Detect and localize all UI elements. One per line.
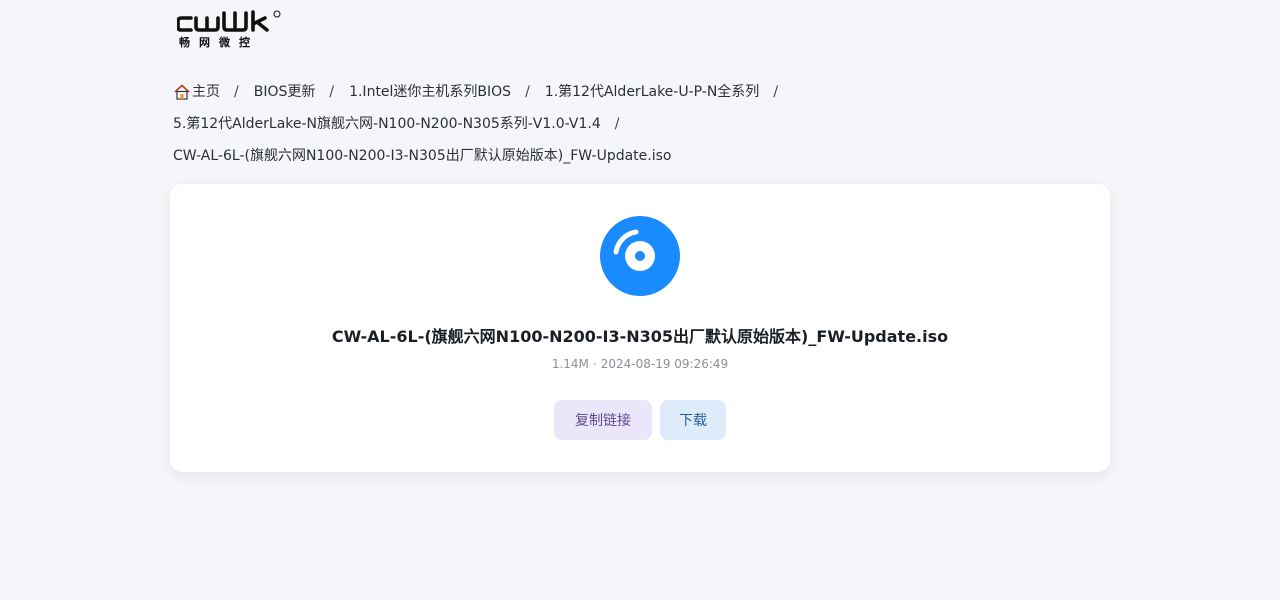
breadcrumb-line-2: 5.第12代AlderLake-N旗舰六网-N100-N200-N305系列-V… bbox=[173, 108, 1113, 140]
breadcrumb-separator: / bbox=[234, 84, 239, 100]
file-size: 1.14M bbox=[551, 357, 589, 371]
brand-logo[interactable]: 畅网微控 bbox=[177, 10, 287, 52]
breadcrumb-current: CW-AL-6L-(旗舰六网N100-N200-I3-N305出厂默认原始版本)… bbox=[173, 148, 672, 164]
breadcrumb-separator: / bbox=[614, 116, 620, 132]
file-meta: 1.14M · 2024-08-19 09:26:49 bbox=[170, 357, 1110, 371]
action-buttons: 复制链接 下载 bbox=[554, 400, 726, 440]
disc-icon bbox=[600, 216, 680, 296]
file-card: CW-AL-6L-(旗舰六网N100-N200-I3-N305出厂默认原始版本)… bbox=[170, 184, 1110, 472]
download-button[interactable]: 下载 bbox=[660, 400, 726, 440]
breadcrumb-line-3: CW-AL-6L-(旗舰六网N100-N200-I3-N305出厂默认原始版本)… bbox=[173, 140, 1113, 172]
file-name: CW-AL-6L-(旗舰六网N100-N200-I3-N305出厂默认原始版本)… bbox=[331, 327, 949, 346]
breadcrumb-item-alderlake[interactable]: 1.第12代AlderLake-U-P-N全系列 bbox=[545, 80, 760, 104]
home-icon bbox=[174, 84, 190, 100]
breadcrumb-item-bios[interactable]: BIOS更新 bbox=[254, 80, 316, 104]
breadcrumb-item-series[interactable]: 5.第12代AlderLake-N旗舰六网-N100-N200-N305系列-V… bbox=[173, 112, 601, 136]
file-date: 2024-08-19 09:26:49 bbox=[600, 357, 729, 371]
breadcrumb-separator: / bbox=[329, 84, 335, 100]
breadcrumb-separator: / bbox=[525, 84, 530, 100]
logo-subtitle: 畅网微控 bbox=[179, 36, 259, 49]
breadcrumb-separator: / bbox=[773, 84, 779, 100]
breadcrumb-line-1: 主页 / BIOS更新 / 1.Intel迷你主机系列BIOS / 1.第12代… bbox=[173, 76, 1113, 108]
breadcrumb-item-intel[interactable]: 1.Intel迷你主机系列BIOS bbox=[349, 80, 511, 104]
meta-separator: · bbox=[592, 357, 597, 371]
logo-mark-icon bbox=[177, 10, 281, 32]
breadcrumb-home-label: 主页 bbox=[192, 84, 220, 100]
copy-link-button[interactable]: 复制链接 bbox=[554, 400, 652, 440]
breadcrumb-home[interactable]: 主页 bbox=[173, 80, 220, 104]
